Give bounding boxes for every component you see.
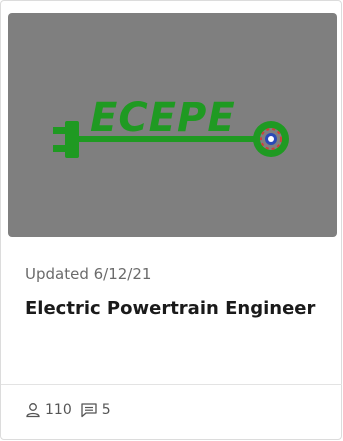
person-icon xyxy=(26,403,40,418)
comments-stat: 5 xyxy=(80,402,111,418)
card-thumbnail[interactable]: ECEPE xyxy=(8,13,337,237)
divider xyxy=(1,384,342,385)
comments-count: 5 xyxy=(101,402,111,418)
card-title[interactable]: Electric Powertrain Engineer xyxy=(25,297,325,321)
members-stat: 110 xyxy=(25,402,72,418)
members-count: 110 xyxy=(45,402,72,418)
ecepe-logo: ECEPE xyxy=(53,95,289,158)
course-card[interactable]: ECEPE Updated 6/12/21 Electric Powertrai… xyxy=(0,0,342,440)
updated-date: Updated 6/12/21 xyxy=(25,265,152,283)
card-stats: 110 5 xyxy=(25,402,119,418)
comment-icon xyxy=(81,403,97,418)
logo-text: ECEPE xyxy=(90,95,236,141)
